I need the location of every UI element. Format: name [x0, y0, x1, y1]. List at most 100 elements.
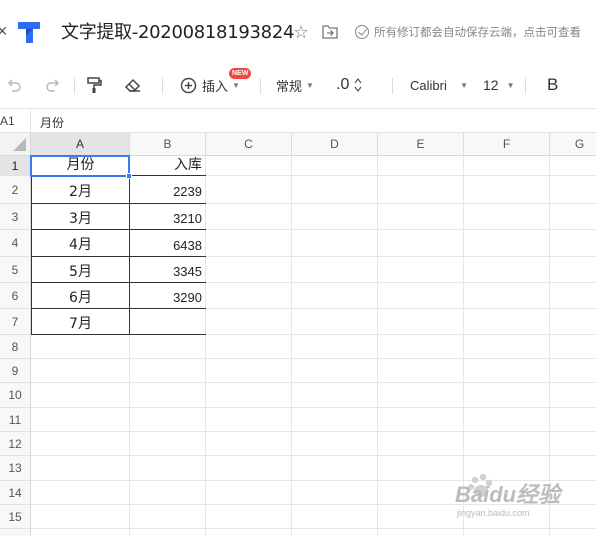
row-header-13[interactable]: 13	[0, 456, 31, 481]
table-border-horizontal	[31, 256, 206, 257]
row-gridline	[31, 431, 596, 432]
new-badge: NEW	[229, 68, 252, 79]
toolbar-divider	[74, 78, 75, 94]
close-icon[interactable]: ×	[0, 21, 8, 41]
cell-b2[interactable]: 2239	[130, 176, 206, 204]
column-header-b[interactable]: B	[130, 133, 206, 156]
star-icon[interactable]: ☆	[293, 22, 309, 42]
row-header-8[interactable]: 8	[0, 335, 31, 359]
cell-b5[interactable]: 3345	[130, 257, 206, 283]
row-gridline	[31, 455, 596, 456]
cell-b7[interactable]	[130, 309, 206, 335]
move-to-folder-icon[interactable]	[322, 24, 338, 39]
watermark-url: jingyan.baidu.com	[457, 508, 530, 518]
toolbar-divider	[525, 78, 526, 94]
column-header-g[interactable]: G	[550, 133, 596, 156]
row-header-10[interactable]: 10	[0, 383, 31, 408]
table-border-horizontal	[31, 308, 206, 309]
toolbar: 插入 ▼ 常规 ▼ .0 Calibri ▼ 12 ▼ B	[0, 62, 596, 108]
toolbar-divider	[162, 78, 163, 94]
column-header-a[interactable]: A	[31, 133, 130, 156]
row-header-12[interactable]: 12	[0, 432, 31, 456]
row-header-2[interactable]: 2	[0, 176, 31, 204]
column-header-c[interactable]: C	[206, 133, 292, 156]
cell-b6[interactable]: 3290	[130, 283, 206, 309]
cell-a7[interactable]: 7月	[31, 309, 130, 335]
row-header-1[interactable]: 1	[0, 156, 31, 176]
cell-a5[interactable]: 5月	[31, 257, 130, 283]
decimal-places-control[interactable]: .0	[336, 62, 362, 108]
row-header-4[interactable]: 4	[0, 230, 31, 257]
toolbar-divider	[392, 78, 393, 94]
decimal-label: .0	[336, 76, 350, 93]
title-bar: × 文字提取-20200818193824 ☆ 所有修订都会自动保存云端，点击可…	[0, 0, 596, 62]
number-format-dropdown[interactable]: 常规 ▼	[276, 62, 314, 108]
row-gridline	[31, 382, 596, 383]
document-title[interactable]: 文字提取-20200818193824	[61, 22, 294, 44]
column-gridline	[291, 156, 292, 536]
font-family-label: Calibri	[410, 77, 447, 93]
undo-icon	[7, 79, 21, 92]
cell-a6[interactable]: 6月	[31, 283, 130, 309]
row-header-7[interactable]: 7	[0, 309, 31, 335]
formula-divider	[30, 109, 31, 133]
row-header-6[interactable]: 6	[0, 283, 31, 309]
row-header-3[interactable]: 3	[0, 204, 31, 230]
cell-a3[interactable]: 3月	[31, 204, 130, 230]
font-family-dropdown[interactable]: Calibri ▼	[410, 62, 468, 108]
number-format-label: 常规	[276, 79, 303, 95]
column-gridline	[377, 156, 378, 536]
baidu-watermark: Baidu经验 jingyan.baidu.com	[449, 470, 569, 526]
redo-button[interactable]	[44, 62, 62, 108]
cell-a2[interactable]: 2月	[31, 176, 130, 204]
dropdown-caret-icon: ▼	[306, 80, 314, 90]
formula-bar: A1 月份	[0, 108, 596, 133]
undo-button[interactable]	[5, 62, 23, 108]
row-header-9[interactable]: 9	[0, 359, 31, 383]
save-status[interactable]: 所有修订都会自动保存云端，点击可查看	[374, 25, 581, 39]
bold-label: B	[547, 75, 559, 94]
toolbar-divider	[260, 78, 261, 94]
select-all-corner[interactable]	[0, 133, 31, 156]
row-gridline	[31, 358, 596, 359]
insert-label: 插入	[202, 79, 229, 95]
row-gridline	[31, 528, 596, 529]
watermark-brand: Baidu经验	[455, 482, 561, 507]
name-box[interactable]: A1	[0, 114, 15, 128]
format-painter-button[interactable]	[85, 62, 103, 108]
table-border-horizontal	[31, 282, 206, 283]
cell-a4[interactable]: 4月	[31, 230, 130, 257]
formula-input[interactable]: 月份	[40, 114, 64, 131]
redo-icon	[46, 79, 60, 92]
fill-handle[interactable]	[126, 173, 132, 179]
dropdown-caret-icon: ▼	[506, 80, 515, 90]
table-border-horizontal	[31, 334, 206, 335]
table-border-vertical	[31, 175, 32, 335]
stepper-icon[interactable]	[354, 77, 362, 93]
table-border-horizontal	[31, 203, 206, 204]
row-header-15[interactable]: 15	[0, 505, 31, 529]
column-header-d[interactable]: D	[292, 133, 378, 156]
row-header-11[interactable]: 11	[0, 408, 31, 432]
column-header-f[interactable]: F	[464, 133, 550, 156]
format-painter-icon	[87, 77, 102, 93]
cell-b4[interactable]: 6438	[130, 230, 206, 257]
cell-b3[interactable]: 3210	[130, 204, 206, 230]
row-header-14[interactable]: 14	[0, 481, 31, 505]
app-logo-icon[interactable]	[16, 18, 44, 46]
table-border-horizontal	[31, 229, 206, 230]
clear-format-button[interactable]	[124, 62, 142, 108]
bold-button[interactable]: B	[547, 62, 558, 108]
font-size-dropdown[interactable]: 12 ▼	[483, 62, 515, 108]
save-check-icon	[355, 25, 369, 39]
row-header-5[interactable]: 5	[0, 257, 31, 283]
table-border-vertical	[129, 175, 130, 335]
cell-selection[interactable]	[30, 155, 130, 177]
dropdown-caret-icon: ▼	[232, 80, 240, 90]
column-header-e[interactable]: E	[378, 133, 464, 156]
plus-circle-icon	[180, 77, 197, 93]
dropdown-caret-icon: ▼	[460, 80, 468, 90]
cell-b1[interactable]: 入库	[130, 156, 206, 176]
row-header-16[interactable]: 16	[0, 529, 31, 536]
font-size-label: 12	[483, 77, 499, 93]
